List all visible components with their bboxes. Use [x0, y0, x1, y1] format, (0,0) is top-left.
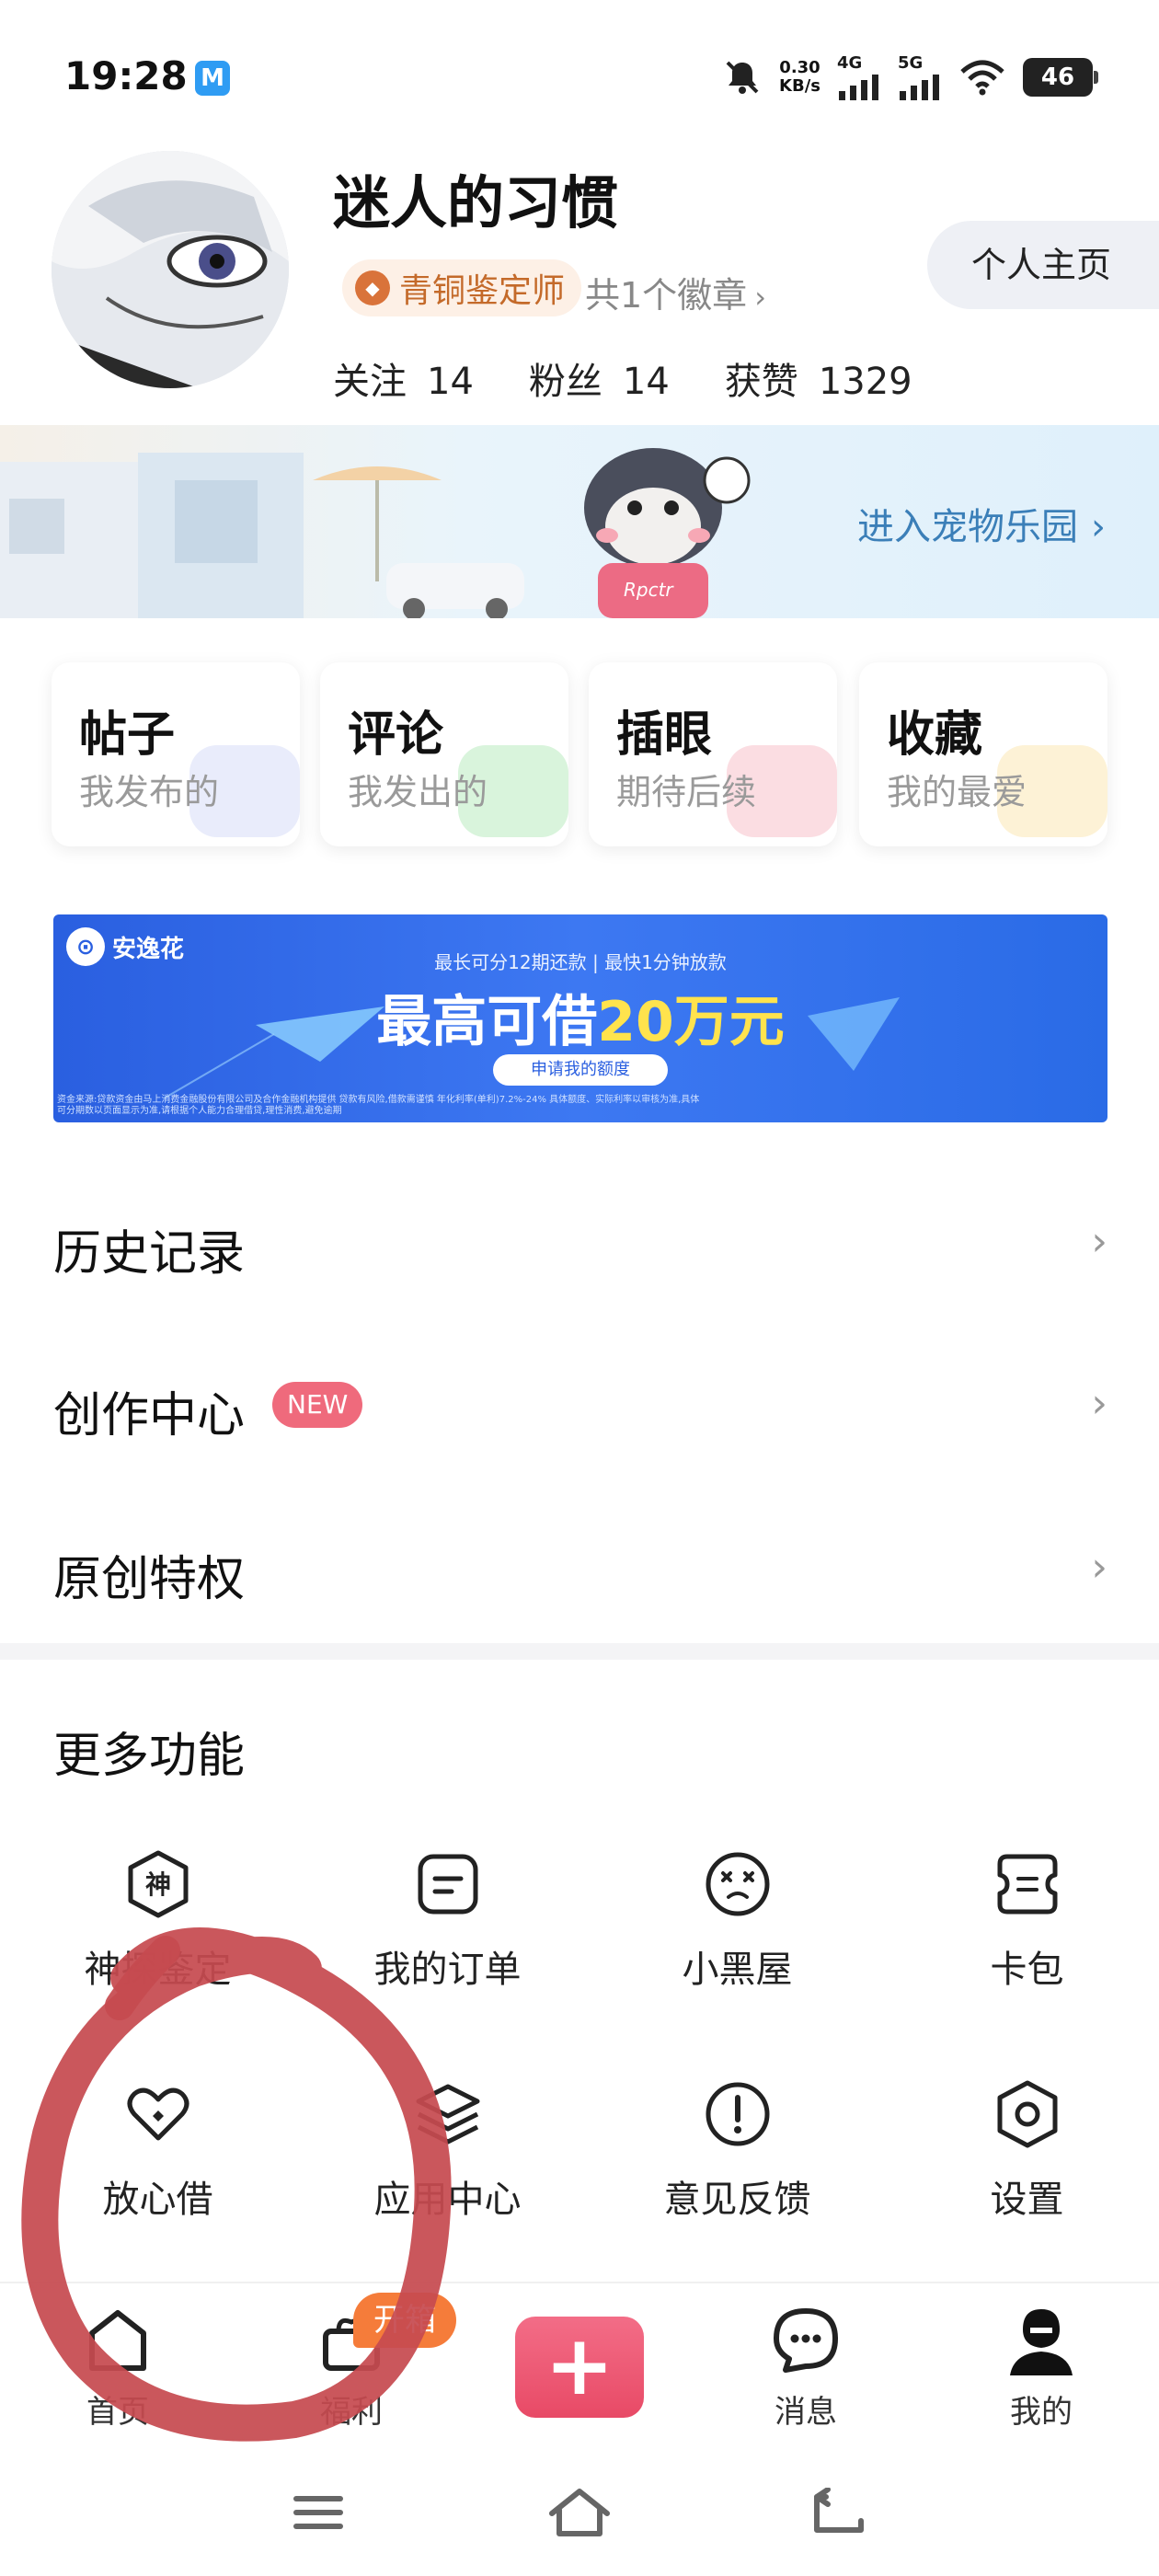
feature-blackroom[interactable]: 小黑屋 [592, 1847, 882, 2013]
card-favorites[interactable]: 收藏 我的最爱 [859, 662, 1107, 846]
battery-indicator: 46 [1023, 57, 1098, 97]
row-original-privilege[interactable]: 原创特权 › [0, 1494, 1159, 1641]
order-list-icon [418, 1854, 477, 1915]
message-bubble-icon [774, 2308, 838, 2373]
feature-safe-loan[interactable]: 放心借 [13, 2077, 303, 2243]
badge-chip[interactable]: ◆ 青铜鉴定师 [342, 259, 582, 316]
feature-label: 应用中心 [373, 2179, 522, 2221]
badge-label: 青铜鉴定师 [399, 272, 566, 310]
feature-detective-appraisal[interactable]: 神 神探鉴定 [13, 1847, 303, 2013]
nav-me[interactable]: 我的 [958, 2302, 1124, 2432]
stat-followers[interactable]: 粉丝 14 [529, 351, 670, 405]
card-title: 评论 [348, 707, 444, 763]
ad-disclaimer: 资金来源:贷款资金由马上消费金融股份有限公司及合作金融机构提供 贷款有风险,借款… [57, 1095, 700, 1116]
nav-label: 消息 [775, 2394, 837, 2431]
profile-stats: 关注 14 粉丝 14 获赞 1329 [333, 351, 912, 405]
more-features-title: 更多功能 [53, 1729, 246, 1784]
card-subtitle: 我发布的 [79, 772, 220, 812]
profile-icon [1010, 2309, 1073, 2375]
row-label: 创作中心 [53, 1388, 246, 1443]
feature-label: 放心借 [102, 2179, 213, 2221]
stat-following[interactable]: 关注 14 [333, 351, 474, 405]
back-icon[interactable] [809, 2488, 868, 2537]
feature-label: 设置 [990, 2179, 1064, 2221]
ad-subtitle: 最长可分12期还款 | 最快1分钟放款 [434, 951, 727, 973]
section-divider [0, 1643, 1159, 1660]
chevron-right-icon: › [1091, 1380, 1107, 1427]
nav-label: 福利 [320, 2394, 383, 2431]
dizzy-face-icon [706, 1852, 769, 1916]
row-creator-center[interactable]: 创作中心 NEW › [0, 1330, 1159, 1478]
feature-label: 意见反馈 [663, 2179, 811, 2221]
card-title: 帖子 [79, 707, 176, 763]
feature-my-orders[interactable]: 我的订单 [303, 1847, 592, 2013]
loan-hearts-icon [127, 2087, 189, 2141]
chevron-right-icon: › [1091, 1218, 1107, 1265]
feature-label: 我的订单 [373, 1949, 522, 1991]
card-bookmarks[interactable]: 插眼 期待后续 [589, 662, 837, 846]
badge-count-link[interactable]: 共1个徽章 › [585, 267, 766, 317]
feature-app-center[interactable]: 应用中心 [303, 2077, 592, 2243]
chevron-right-icon: › [1091, 506, 1106, 548]
avatar[interactable] [52, 151, 289, 388]
nav-messages[interactable]: 消息 [723, 2302, 889, 2432]
feature-feedback[interactable]: 意见反馈 [592, 2077, 882, 2243]
chevron-right-icon: › [754, 280, 766, 315]
stat-likes[interactable]: 获赞 1329 [725, 351, 912, 405]
apply-quota-button[interactable]: 申请我的额度 [493, 1054, 668, 1086]
homepage-button[interactable]: 个人主页 [927, 221, 1159, 309]
feature-settings[interactable]: 设置 [882, 2077, 1159, 2243]
menu-icon[interactable] [291, 2490, 346, 2536]
card-subtitle: 我的最爱 [887, 772, 1027, 812]
new-badge: NEW [272, 1382, 363, 1428]
card-wallet-icon [997, 1854, 1057, 1915]
nav-label: 首页 [86, 2394, 149, 2431]
net-speed: 0.30 KB/s [779, 57, 820, 96]
nav-label: 我的 [1010, 2394, 1073, 2431]
feature-label: 神探鉴定 [84, 1949, 232, 1991]
layers-icon [416, 2084, 479, 2145]
card-title: 收藏 [887, 707, 983, 763]
plus-icon: + [545, 2317, 614, 2414]
card-subtitle: 期待后续 [616, 772, 757, 812]
pet-park-link[interactable]: 进入宠物乐园 › [857, 497, 1106, 550]
open-box-badge[interactable]: 开箱 [353, 2293, 456, 2348]
wifi-icon [960, 60, 1004, 95]
mute-bell-icon [726, 61, 759, 94]
card-comments[interactable]: 评论 我发出的 [320, 662, 568, 846]
feature-card-wallet[interactable]: 卡包 [882, 1847, 1159, 2013]
feature-label: 卡包 [990, 1949, 1064, 1991]
feature-label: 小黑屋 [682, 1949, 793, 1991]
home-icon [89, 2310, 146, 2371]
signal-5g-icon: 5G [898, 53, 942, 100]
nav-home[interactable]: 首页 [35, 2302, 201, 2432]
status-icons: 0.30 KB/s 4G 5G 46 [722, 53, 1098, 100]
status-time: 19:28 [64, 53, 188, 98]
svg-text:Rpctr: Rpctr [624, 579, 674, 601]
svg-text:神: 神 [144, 1869, 170, 1900]
card-subtitle: 我发出的 [348, 772, 488, 812]
home-button-icon[interactable] [546, 2486, 613, 2539]
settings-hexagon-icon [997, 2080, 1057, 2148]
create-post-button[interactable]: + [515, 2317, 644, 2418]
card-title: 插眼 [616, 707, 713, 763]
row-history[interactable]: 历史记录 › [0, 1168, 1159, 1316]
shen-hexagon-icon: 神 [128, 1850, 188, 1918]
loan-ad-banner[interactable]: ⊙ 安逸花 最长可分12期还款 | 最快1分钟放款 最高可借20万元 申请我的额… [53, 914, 1107, 1122]
signal-4g-icon: 4G [837, 53, 881, 100]
system-nav-bar [0, 2456, 1159, 2576]
avatar-image [52, 151, 289, 388]
card-posts[interactable]: 帖子 我发布的 [52, 662, 300, 846]
ad-title: 最高可借20万元 [376, 990, 785, 1054]
row-label: 历史记录 [53, 1226, 246, 1282]
app-notification-icon: M [195, 61, 230, 96]
row-label: 原创特权 [53, 1552, 246, 1607]
exclamation-circle-icon [706, 2082, 769, 2146]
username: 迷人的习惯 [333, 169, 619, 236]
chevron-right-icon: › [1091, 1544, 1107, 1591]
bronze-badge-icon: ◆ [355, 270, 390, 305]
